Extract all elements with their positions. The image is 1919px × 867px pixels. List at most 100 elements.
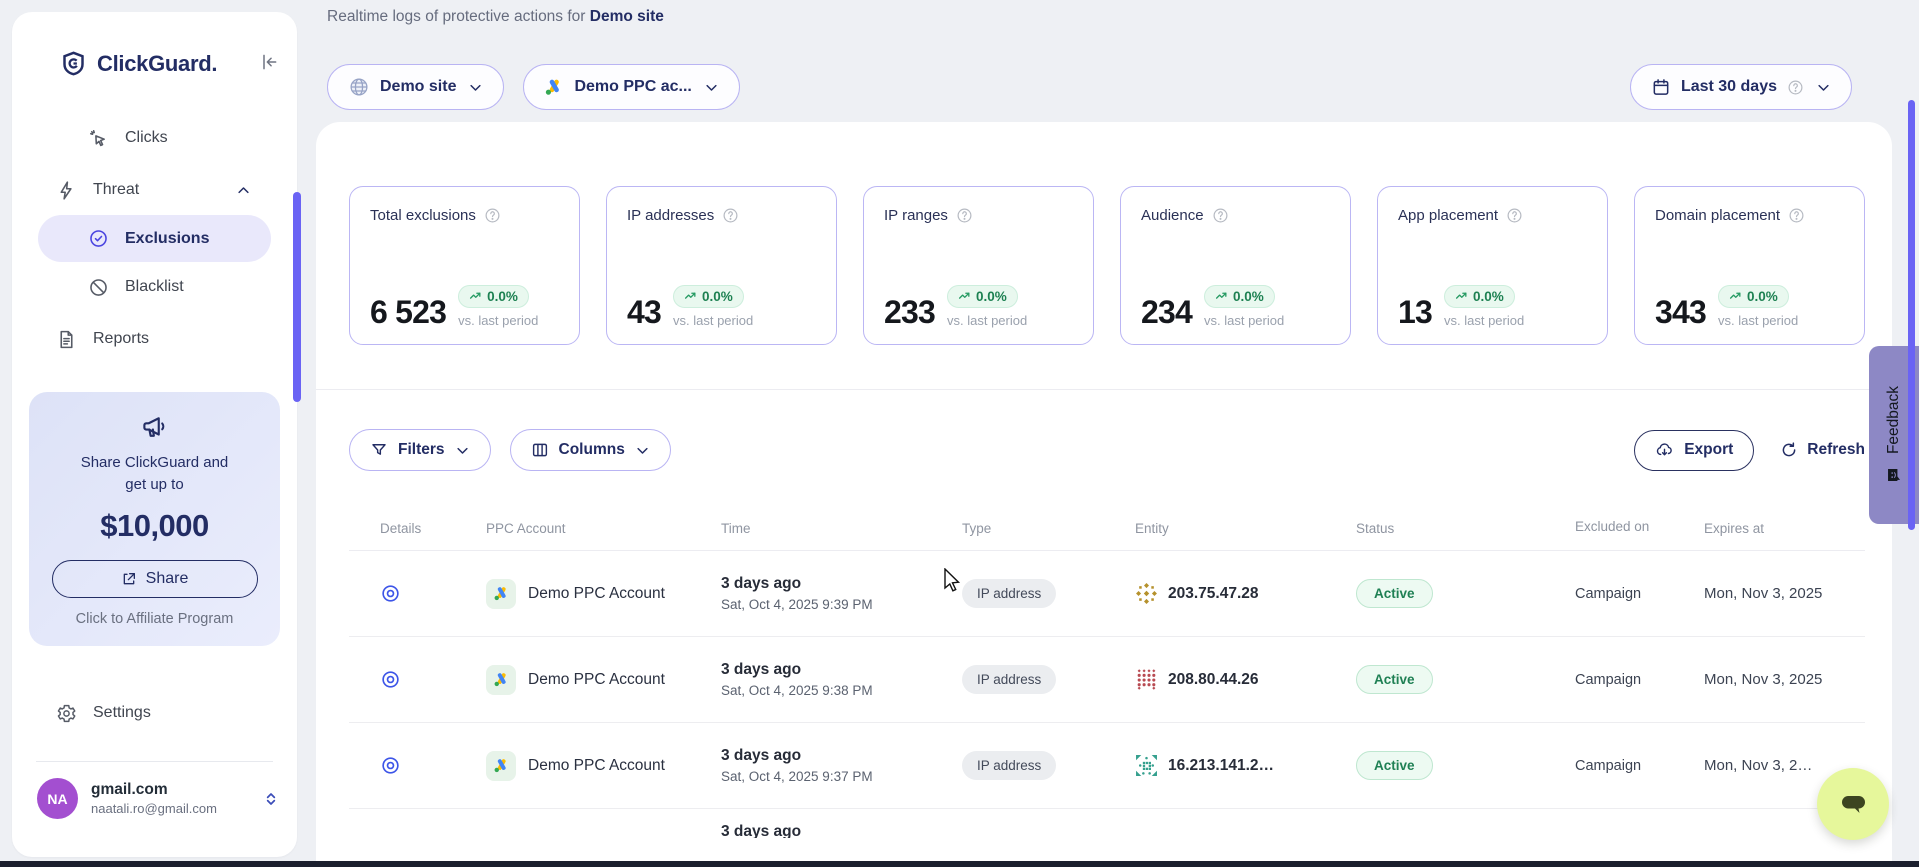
funnel-icon <box>370 441 388 459</box>
exclusions-table: Details PPC Account Time Type Entity Sta… <box>316 471 1892 838</box>
trend-value: 0.0% <box>487 289 518 304</box>
status-cell: Active <box>1356 751 1575 780</box>
col-header-time: Time <box>721 521 962 536</box>
filters-button-label: Filters <box>398 441 445 459</box>
sidebar-item-threat[interactable]: Threat <box>12 167 297 213</box>
sidebar-item-settings[interactable]: Settings <box>12 690 297 736</box>
status-cell: Active <box>1356 665 1575 694</box>
entity-cell: 16.213.141.2… <box>1135 754 1356 777</box>
time-absolute: Sat, Oct 4, 2025 9:37 PM <box>721 769 962 784</box>
filters-button[interactable]: Filters <box>349 429 491 471</box>
time-relative: 3 days ago <box>721 809 962 838</box>
stat-value: 13 <box>1398 296 1432 328</box>
account-switcher[interactable]: NA gmail.com naatali.ro@gmail.com <box>37 778 279 819</box>
excluded-on-cell: Campaign <box>1575 758 1704 774</box>
refresh-button-label: Refresh <box>1807 441 1865 459</box>
type-cell: IP address <box>962 579 1135 608</box>
col-header-type: Type <box>962 521 1135 536</box>
stat-caption: vs. last period <box>673 313 753 328</box>
col-header-entity: Entity <box>1135 521 1356 536</box>
sidebar-item-clicks[interactable]: Clicks <box>12 115 297 161</box>
export-button[interactable]: Export <box>1634 430 1754 471</box>
stat-card-app-placement: App placement 13 0.0% vs. last period <box>1377 186 1608 345</box>
google-ads-icon <box>486 579 516 609</box>
trend-value: 0.0% <box>1747 289 1778 304</box>
status-badge: Active <box>1356 751 1433 780</box>
time-cell: 3 days ago Sat, Oct 4, 2025 9:38 PM <box>721 661 962 698</box>
stat-value: 43 <box>627 296 661 328</box>
help-icon[interactable] <box>722 207 739 224</box>
trend-value: 0.0% <box>702 289 733 304</box>
share-button[interactable]: Share <box>52 560 258 598</box>
time-relative: 3 days ago <box>721 747 962 765</box>
table-row-partial: 3 days ago <box>349 809 1865 838</box>
sidebar-item-label: Settings <box>93 704 151 722</box>
promo-amount: $10,000 <box>29 508 280 544</box>
date-range-value: Last 30 days <box>1681 78 1777 96</box>
globe-icon <box>348 76 370 98</box>
chat-widget-button[interactable] <box>1817 768 1889 840</box>
google-ads-icon <box>544 77 564 97</box>
help-icon[interactable] <box>1212 207 1229 224</box>
help-icon[interactable] <box>1506 207 1523 224</box>
columns-button[interactable]: Columns <box>510 429 671 471</box>
sidebar-divider <box>36 761 273 762</box>
page-scrollbar[interactable] <box>1908 100 1915 530</box>
refresh-button[interactable]: Refresh <box>1780 441 1865 459</box>
col-header-expires-at: Expires at <box>1704 521 1865 536</box>
chevron-down-icon <box>468 80 483 95</box>
columns-button-label: Columns <box>559 441 625 459</box>
page-subtitle: Realtime logs of protective actions for … <box>327 8 664 26</box>
trend-value: 0.0% <box>1233 289 1264 304</box>
time-absolute: Sat, Oct 4, 2025 9:38 PM <box>721 683 962 698</box>
sidebar-item-blacklist[interactable]: Blacklist <box>12 264 297 310</box>
site-selector[interactable]: Demo site <box>327 64 504 110</box>
help-icon[interactable] <box>956 207 973 224</box>
entity-identicon <box>1135 754 1158 777</box>
ppc-account-selector-value: Demo PPC ac... <box>574 78 691 96</box>
view-details-button[interactable] <box>349 755 486 776</box>
type-badge: IP address <box>962 751 1056 780</box>
sidebar-collapse-icon[interactable] <box>259 52 279 72</box>
google-ads-icon <box>486 751 516 781</box>
ppc-account-name: Demo PPC Account <box>528 757 665 775</box>
entity-value: 208.80.44.26 <box>1168 671 1259 689</box>
stat-value: 233 <box>884 296 935 328</box>
help-icon[interactable] <box>1788 207 1805 224</box>
view-details-button[interactable] <box>349 669 486 690</box>
chevron-down-icon <box>704 80 719 95</box>
view-details-button[interactable] <box>349 583 486 604</box>
window-bottom-edge <box>0 861 1919 867</box>
ppc-account-name: Demo PPC Account <box>528 671 665 689</box>
sidebar-scrollbar[interactable] <box>293 192 301 402</box>
sidebar-item-exclusions[interactable]: Exclusions <box>38 215 271 262</box>
entity-value: 16.213.141.2… <box>1168 757 1274 775</box>
sidebar-item-reports[interactable]: Reports <box>12 316 297 362</box>
trend-badge: 0.0% <box>458 285 529 308</box>
time-absolute: Sat, Oct 4, 2025 9:39 PM <box>721 597 962 612</box>
brand: ClickGuard. <box>12 12 297 77</box>
expires-at-cell: Mon, Nov 3, 2025 <box>1704 585 1865 602</box>
promo-text-line2: get up to <box>29 474 280 496</box>
speech-bubble-icon <box>1835 786 1871 822</box>
help-icon[interactable] <box>484 207 501 224</box>
type-badge: IP address <box>962 665 1056 694</box>
page-subtitle-text: Realtime logs of protective actions for <box>327 8 585 25</box>
time-relative: 3 days ago <box>721 661 962 679</box>
date-range-selector[interactable]: Last 30 days <box>1630 64 1852 110</box>
entity-cell: 203.75.47.28 <box>1135 582 1356 605</box>
status-badge: Active <box>1356 579 1433 608</box>
share-button-label: Share <box>146 570 189 588</box>
sidebar-item-label: Reports <box>93 330 149 348</box>
trend-value: 0.0% <box>1473 289 1504 304</box>
promo-text-line1: Share ClickGuard and <box>29 452 280 474</box>
stat-card-ip-ranges: IP ranges 233 0.0% vs. last period <box>863 186 1094 345</box>
trend-badge: 0.0% <box>947 285 1018 308</box>
cursor-click-icon <box>88 128 109 149</box>
ppc-account-selector[interactable]: Demo PPC ac... <box>523 64 739 110</box>
gear-icon <box>56 703 77 724</box>
entity-value: 203.75.47.28 <box>1168 585 1259 603</box>
chevron-down-icon <box>635 443 650 458</box>
badge-check-icon <box>88 228 109 249</box>
promo-caption[interactable]: Click to Affiliate Program <box>29 611 280 627</box>
